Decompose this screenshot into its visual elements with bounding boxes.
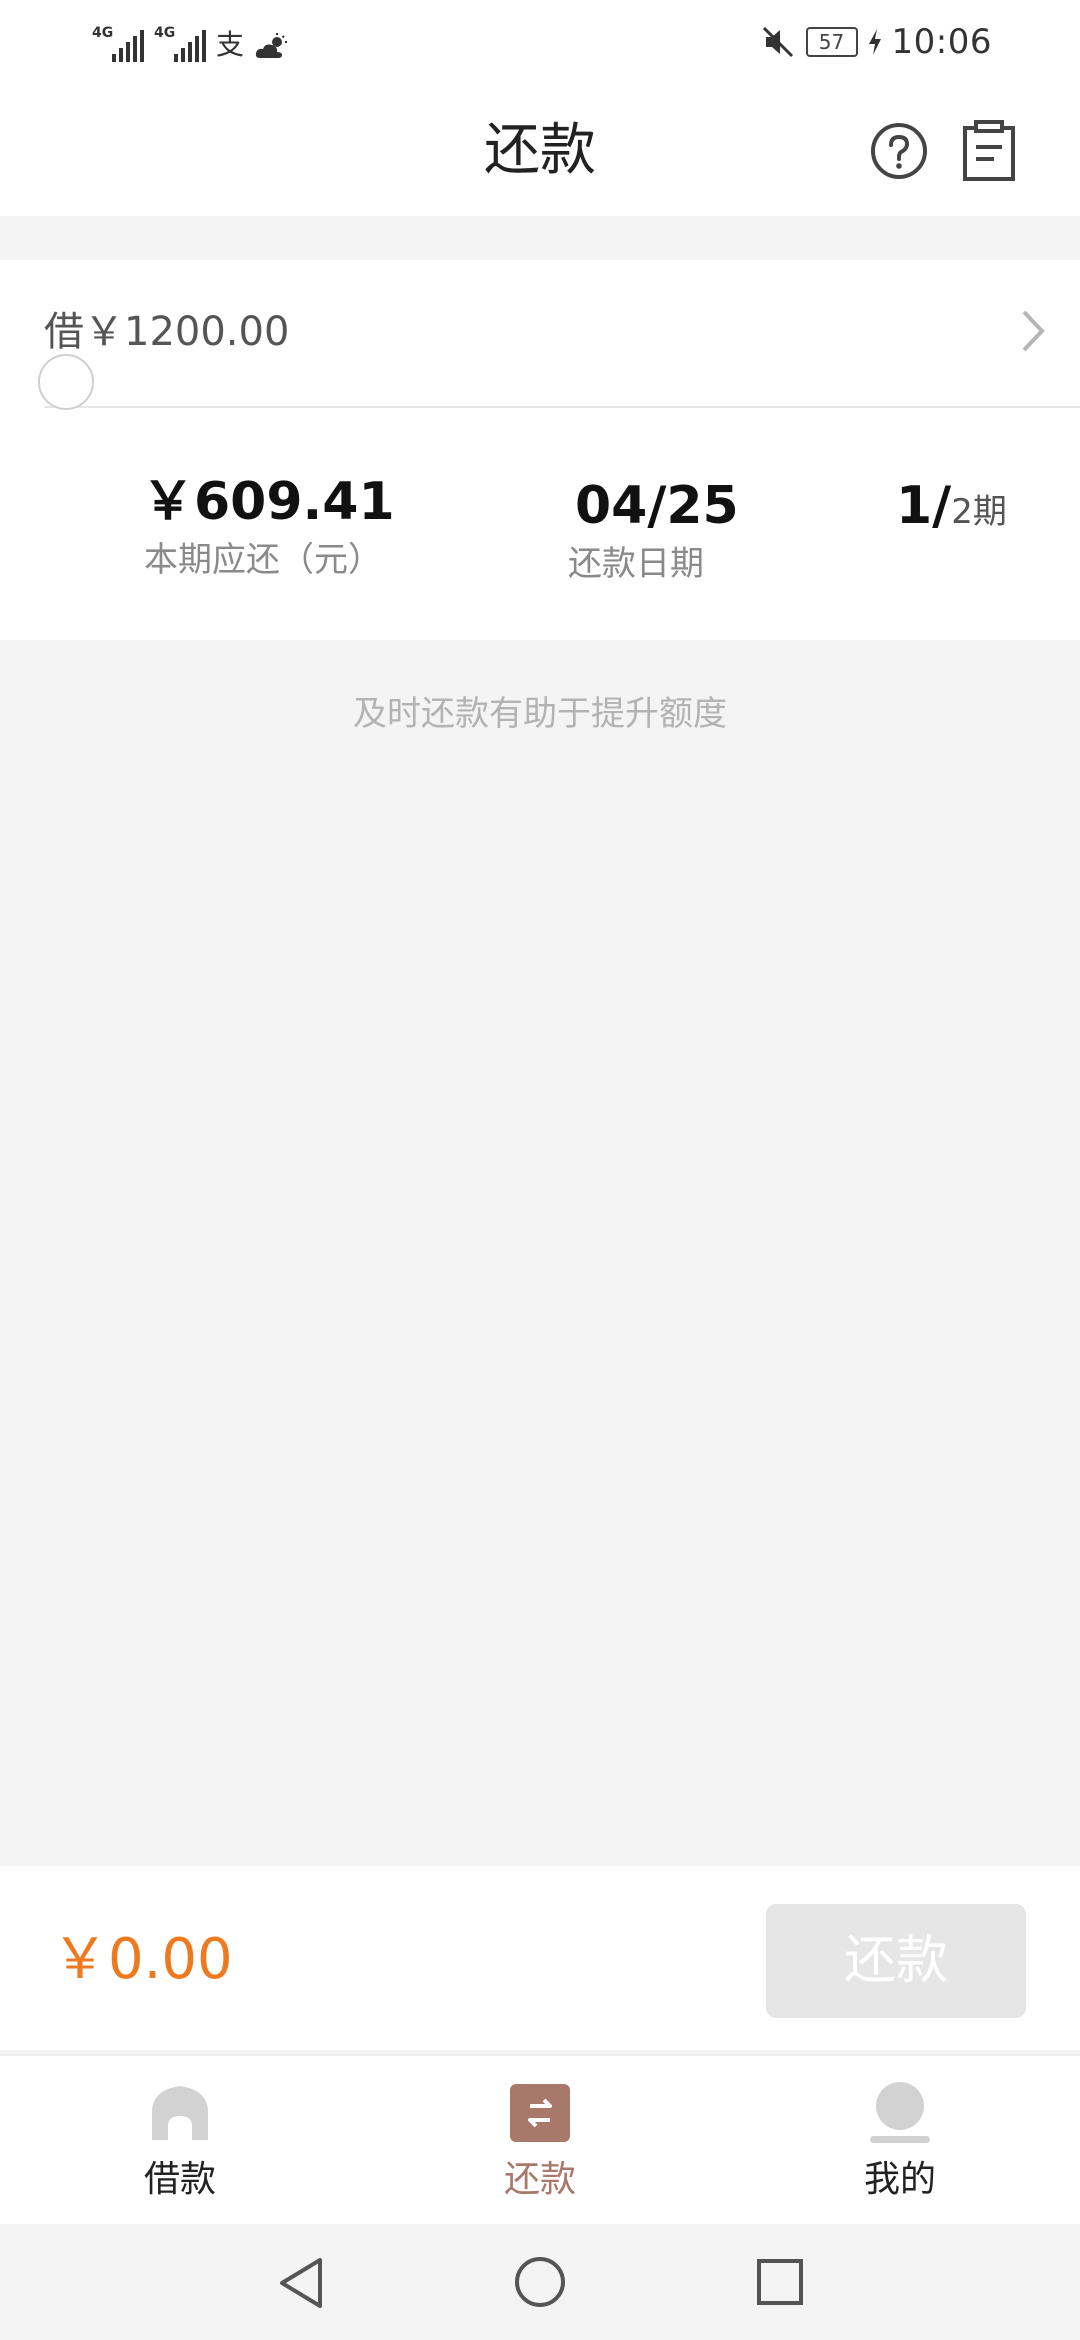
battery-indicator: 57 [805, 27, 858, 57]
status-bar: 4G 4G 支 57 10:06 [0, 0, 1080, 84]
system-navigation-bar [0, 2224, 1080, 2340]
loan-summary-row[interactable]: 借￥1200.00 [0, 260, 1080, 406]
clock: 10:06 [891, 22, 992, 62]
tab-repay-label: 还款 [503, 2159, 576, 2200]
repay-icon [510, 2084, 570, 2142]
tab-mine[interactable]: 我的 [780, 2056, 1020, 2224]
tab-bar: 借款 还款 我的 [0, 2054, 1080, 2224]
repayment-tip: 及时还款有助于提升额度 [353, 694, 727, 734]
amount-due: ￥609.41 [142, 472, 395, 532]
bill-list-icon [963, 120, 1015, 181]
amount-due-label: 本期应还（元） [144, 540, 382, 580]
app-header: 还款 [0, 84, 1080, 216]
tab-loan-label: 借款 [143, 2159, 216, 2200]
status-bar-right: 57 10:06 [760, 18, 992, 66]
mute-icon [762, 26, 793, 58]
alipay-icon: 支 [216, 28, 245, 61]
loan-amount: 借￥1200.00 [44, 309, 290, 355]
home-circle-icon[interactable] [514, 2256, 566, 2308]
tab-loan[interactable]: 借款 [60, 2056, 300, 2224]
home-icon [152, 2086, 208, 2140]
help-button[interactable] [870, 122, 928, 180]
status-bar-left: 4G 4G 支 [92, 22, 288, 62]
tab-mine-label: 我的 [863, 2159, 936, 2200]
back-icon[interactable] [276, 2256, 326, 2310]
due-date-label: 还款日期 [568, 544, 704, 584]
profile-icon [870, 2082, 930, 2143]
period-total: 2期 [951, 492, 1007, 532]
pay-bar: ￥0.00 还款 [0, 1866, 1080, 2050]
installment-period: 1/2期 [896, 474, 1007, 550]
installment-select-radio[interactable] [38, 354, 94, 410]
total-amount: ￥0.00 [52, 1927, 233, 1992]
signal-1-icon: 4G [92, 26, 144, 62]
repay-button[interactable]: 还款 [766, 1904, 1026, 2018]
question-circle-icon [871, 123, 927, 179]
period-current: 1/ [896, 476, 952, 536]
signal-2-icon: 4G [154, 26, 206, 62]
due-date: 04/25 [575, 476, 739, 536]
bill-records-button[interactable] [962, 120, 1016, 182]
recent-apps-icon[interactable] [756, 2258, 804, 2306]
charging-bolt-icon [868, 29, 881, 55]
chevron-right-icon [1022, 310, 1045, 352]
cloud-sun-icon [255, 33, 288, 58]
tab-repay[interactable]: 还款 [420, 2056, 660, 2224]
